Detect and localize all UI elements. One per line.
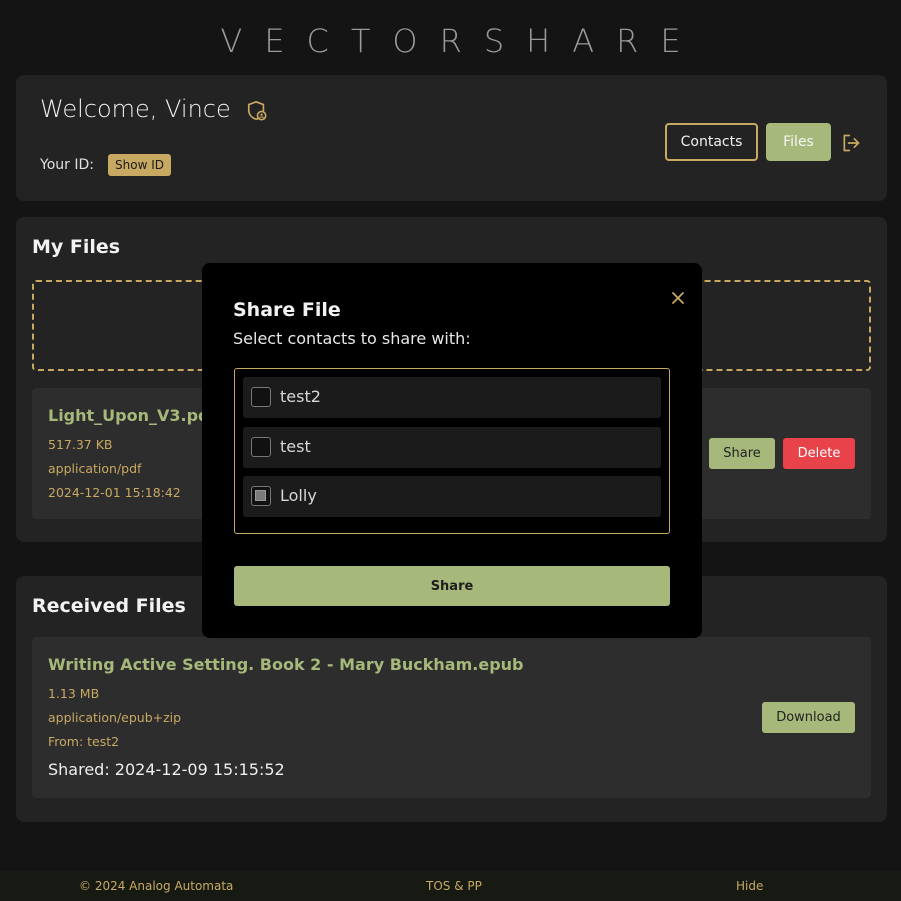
contact-name: Lolly xyxy=(280,486,317,505)
received-file-size: 1.13 MB xyxy=(48,686,100,701)
contact-item[interactable]: test xyxy=(243,427,661,468)
share-file-button[interactable]: Share xyxy=(709,438,775,469)
contact-name: test2 xyxy=(280,387,321,406)
received-file-item: Writing Active Setting. Book 2 - Mary Bu… xyxy=(32,637,871,798)
footer-copyright: © 2024 Analog Automata xyxy=(79,879,234,893)
brand-title: VECTORSHARE xyxy=(220,22,703,60)
modal-subtitle: Select contacts to share with: xyxy=(233,329,471,348)
contact-item[interactable]: test2 xyxy=(243,377,661,418)
contact-checkbox[interactable] xyxy=(251,387,271,407)
received-file-type: application/epub+zip xyxy=(48,710,182,725)
tos-link[interactable]: TOS & PP xyxy=(426,879,482,893)
contact-list: test2 test Lolly xyxy=(234,368,670,534)
show-id-button[interactable]: Show ID xyxy=(108,154,171,176)
hide-link[interactable]: Hide xyxy=(736,879,763,893)
contact-name: test xyxy=(280,437,311,456)
file-name: Light_Upon_V3.pdf xyxy=(48,406,217,425)
file-type: application/pdf xyxy=(48,461,142,476)
contact-checkbox-checked[interactable] xyxy=(251,486,271,506)
close-icon[interactable] xyxy=(671,291,685,305)
contact-item[interactable]: Lolly xyxy=(243,476,661,517)
your-id-label: Your ID: xyxy=(40,157,94,173)
file-date: 2024-12-01 15:18:42 xyxy=(48,485,181,500)
logout-icon[interactable] xyxy=(841,133,861,153)
header-card: Welcome, Vince Your ID: Show ID Contacts… xyxy=(16,75,887,201)
received-file-from: From: test2 xyxy=(48,734,120,749)
modal-share-button[interactable]: Share xyxy=(234,566,670,606)
download-button[interactable]: Download xyxy=(762,702,855,733)
received-file-shared-date: Shared: 2024-12-09 15:15:52 xyxy=(48,760,285,779)
welcome-message: Welcome, Vince xyxy=(40,95,231,123)
received-files-title: Received Files xyxy=(32,595,186,617)
my-files-title: My Files xyxy=(32,236,121,258)
contacts-button[interactable]: Contacts xyxy=(665,123,758,161)
received-file-name: Writing Active Setting. Book 2 - Mary Bu… xyxy=(48,655,524,674)
share-file-modal: Share File Select contacts to share with… xyxy=(202,263,702,638)
modal-title: Share File xyxy=(233,299,341,321)
contact-checkbox[interactable] xyxy=(251,437,271,457)
files-button[interactable]: Files xyxy=(766,123,831,161)
footer: © 2024 Analog Automata TOS & PP Hide xyxy=(0,871,901,901)
delete-file-button[interactable]: Delete xyxy=(783,438,855,469)
shield-user-icon[interactable] xyxy=(246,100,268,122)
file-size: 517.37 KB xyxy=(48,437,113,452)
